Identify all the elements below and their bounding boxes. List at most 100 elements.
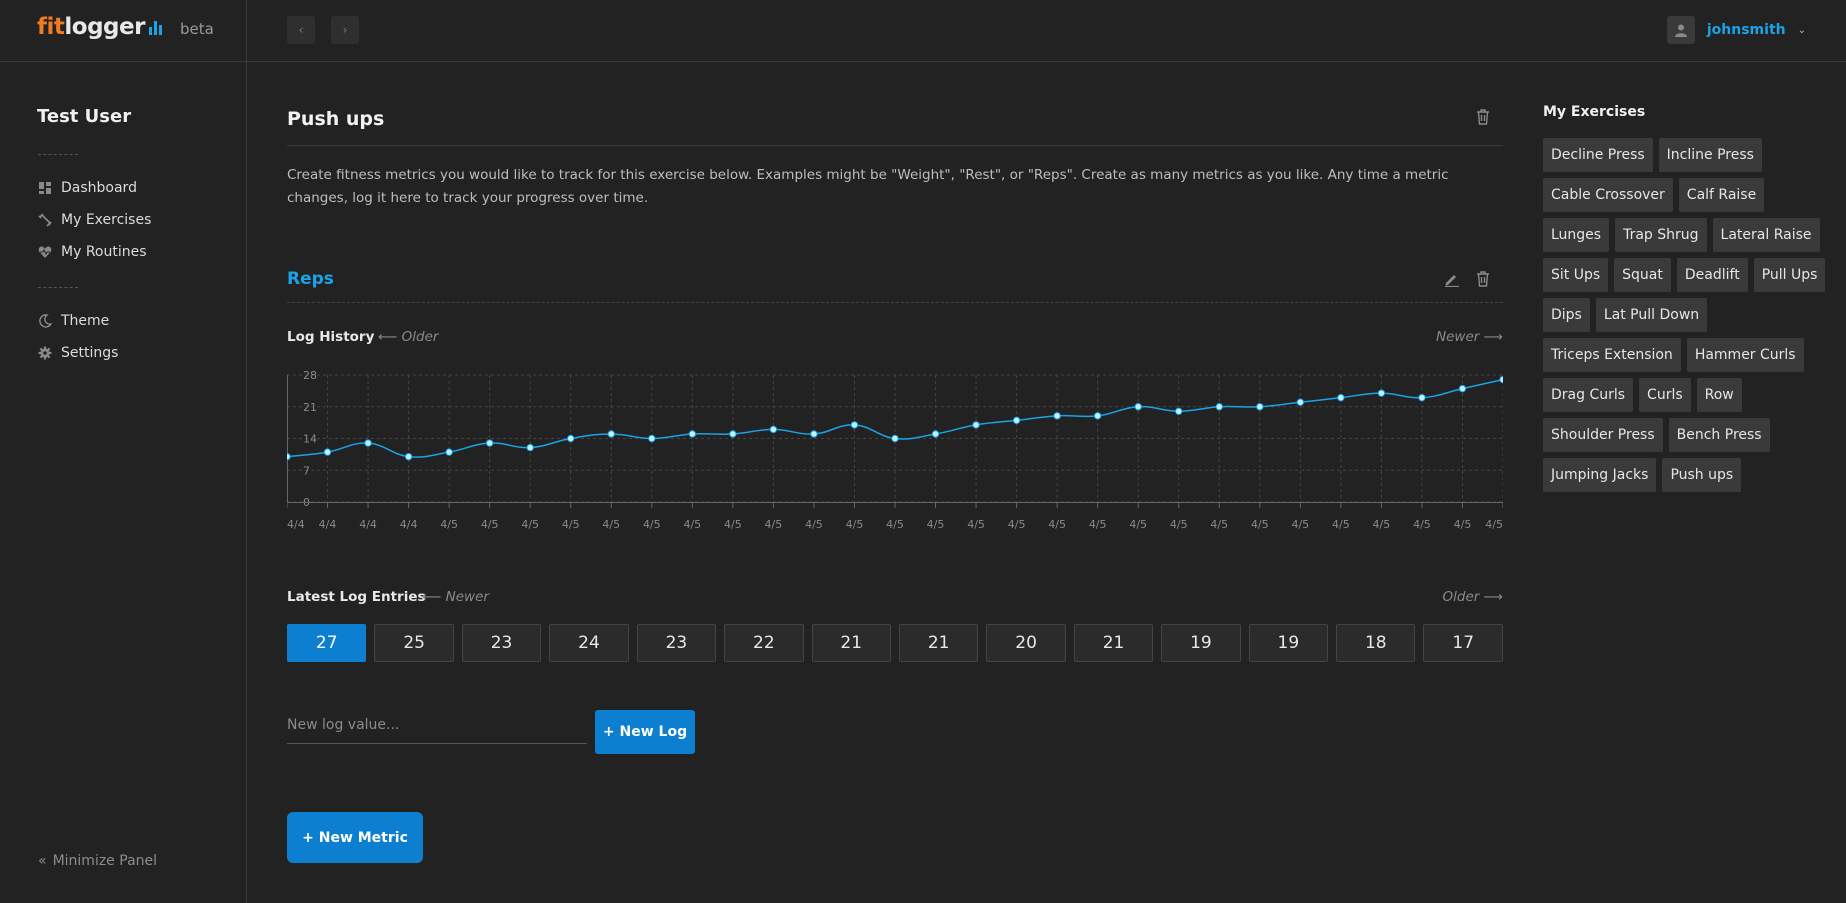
data-point (810, 430, 818, 438)
x-tick-label: 4/5 (1251, 518, 1269, 531)
sidebar-user-name: Test User (37, 106, 132, 127)
arrow-left-icon: ⟵ (422, 589, 442, 605)
sidebar-item-dashboard[interactable]: Dashboard (38, 180, 137, 196)
x-tick-label: 4/4 (400, 518, 418, 531)
avatar (1666, 16, 1695, 44)
older-link[interactable]: ⟵ Older (378, 329, 438, 345)
chart-svg: 071421284/4 4/4 4/4 4/4 4/5 4/5 4/5 4/5 4/5 4/5 4/… (283, 369, 1507, 531)
exercise-tag[interactable]: Trap Shrug (1615, 218, 1707, 252)
exercise-tag[interactable]: Calf Raise (1678, 178, 1765, 212)
data-point (445, 448, 453, 456)
log-history-label: Log History (287, 329, 375, 345)
forward-button[interactable]: › (331, 16, 359, 44)
sidebar-item-my-exercises[interactable]: My Exercises (38, 212, 151, 228)
exercise-tag[interactable]: Triceps Extension (1543, 338, 1681, 372)
exercise-tag[interactable]: Curls (1639, 378, 1691, 412)
dashboard-icon (39, 182, 51, 194)
exercise-tag[interactable]: Row (1696, 378, 1742, 412)
log-entry[interactable]: 19 (1248, 624, 1329, 662)
log-entry[interactable]: 23 (461, 624, 542, 662)
latest-newer-link[interactable]: ⟵ Newer (422, 589, 489, 605)
arrow-left-icon: ⟵ (378, 329, 398, 345)
x-tick-label: 4/5 (765, 518, 783, 531)
chevron-right-icon: › (342, 23, 348, 37)
exercise-tag[interactable]: Pull Ups (1753, 258, 1826, 292)
x-tick-label: 4/5 (1332, 518, 1350, 531)
user-icon (1674, 24, 1687, 37)
x-tick-label: 4/5 (562, 518, 580, 531)
x-tick-label: 4/5 (1129, 518, 1147, 531)
x-tick-label: 4/5 (1089, 518, 1107, 531)
exercise-tag[interactable]: Sit Ups (1543, 258, 1609, 292)
log-history-header: Log History ⟵ Older Newer ⟶ (287, 329, 1503, 349)
new-metric-button[interactable]: + New Metric (287, 812, 423, 863)
log-entry[interactable]: 19 (1161, 624, 1241, 662)
log-entry[interactable]: 21 (1073, 624, 1154, 662)
delete-exercise-button[interactable] (1476, 109, 1490, 129)
brand-logo[interactable]: fitlogger (37, 14, 162, 40)
exercise-tag[interactable]: Hammer Curls (1686, 338, 1804, 372)
x-tick-label: 4/5 (440, 518, 458, 531)
log-entry[interactable]: 18 (1336, 624, 1416, 662)
delete-metric-button[interactable] (1476, 271, 1490, 291)
minimize-panel-button[interactable]: « Minimize Panel (38, 853, 157, 869)
moon-icon (39, 314, 52, 328)
latest-newer-label: Newer (445, 589, 489, 605)
newer-link[interactable]: Newer ⟶ (1436, 329, 1503, 345)
data-point (1458, 384, 1467, 393)
exercise-tag[interactable]: Lateral Raise (1712, 218, 1820, 252)
exercise-tag[interactable]: Shoulder Press (1543, 418, 1663, 452)
sidebar-item-my-routines[interactable]: My Routines (38, 244, 147, 260)
exercise-tag[interactable]: Squat (1614, 258, 1671, 292)
log-entry[interactable]: 21 (898, 624, 979, 662)
sidebar-item-theme[interactable]: Theme (38, 313, 109, 329)
exercise-tag[interactable]: Lunges (1543, 218, 1610, 252)
exercise-icon (38, 213, 52, 227)
log-entry[interactable]: 23 (636, 624, 717, 662)
older-label: Older (401, 329, 439, 345)
exercise-tag[interactable]: Lat Pull Down (1595, 298, 1708, 332)
data-point (526, 443, 534, 452)
log-entry[interactable]: 17 (1423, 624, 1503, 662)
metric-title: Reps (287, 269, 334, 289)
sidebar-item-settings[interactable]: Settings (38, 345, 118, 361)
y-tick-label: 28 (303, 369, 317, 382)
x-tick-label: 4/5 (481, 518, 499, 531)
log-entry[interactable]: 22 (724, 624, 804, 662)
exercise-tag[interactable]: Drag Curls (1543, 378, 1634, 412)
top-bar: fitlogger beta ‹ › johnsmith ⌄ (0, 0, 1846, 62)
new-log-button[interactable]: + New Log (595, 710, 695, 754)
exercise-tag[interactable]: Dips (1543, 298, 1590, 332)
data-point (1012, 416, 1021, 425)
log-entry[interactable]: 20 (986, 624, 1066, 662)
exercise-tag[interactable]: Deadlift (1676, 258, 1748, 292)
newer-label: Newer (1436, 329, 1480, 345)
exercise-title: Push ups (287, 108, 385, 130)
edit-metric-button[interactable] (1444, 272, 1460, 291)
x-tick-label: 4/5 (886, 518, 904, 531)
log-entry[interactable]: 21 (811, 624, 891, 662)
back-button[interactable]: ‹ (287, 16, 315, 44)
data-point (364, 439, 372, 447)
x-tick-label: 4/5 (1210, 518, 1228, 531)
sidebar-divider (246, 0, 247, 903)
new-log-input[interactable] (287, 706, 587, 744)
log-entry[interactable]: 27 (287, 624, 367, 662)
x-tick-label: 4/5 (724, 518, 742, 531)
exercise-tag[interactable]: Jumping Jacks (1543, 458, 1657, 492)
latest-older-link[interactable]: Older ⟶ (1443, 589, 1503, 605)
log-entry[interactable]: 25 (374, 624, 454, 662)
my-exercises-title: My Exercises (1543, 104, 1646, 120)
log-entry[interactable]: 24 (549, 624, 629, 662)
exercise-tag[interactable]: Incline Press (1658, 138, 1762, 172)
data-point (729, 430, 737, 438)
exercise-tag[interactable]: Bench Press (1668, 418, 1770, 452)
exercise-tag[interactable]: Cable Crossover (1543, 178, 1673, 212)
trash-icon (1477, 109, 1489, 125)
exercise-tag[interactable]: Decline Press (1543, 138, 1653, 172)
user-menu[interactable]: johnsmith ⌄ (1666, 16, 1806, 44)
beta-label: beta (180, 20, 214, 38)
exercise-tag[interactable]: Push ups (1662, 458, 1742, 492)
double-chevron-left-icon: « (38, 853, 47, 869)
exercise-description: Create fitness metrics you would like to… (287, 167, 1449, 206)
